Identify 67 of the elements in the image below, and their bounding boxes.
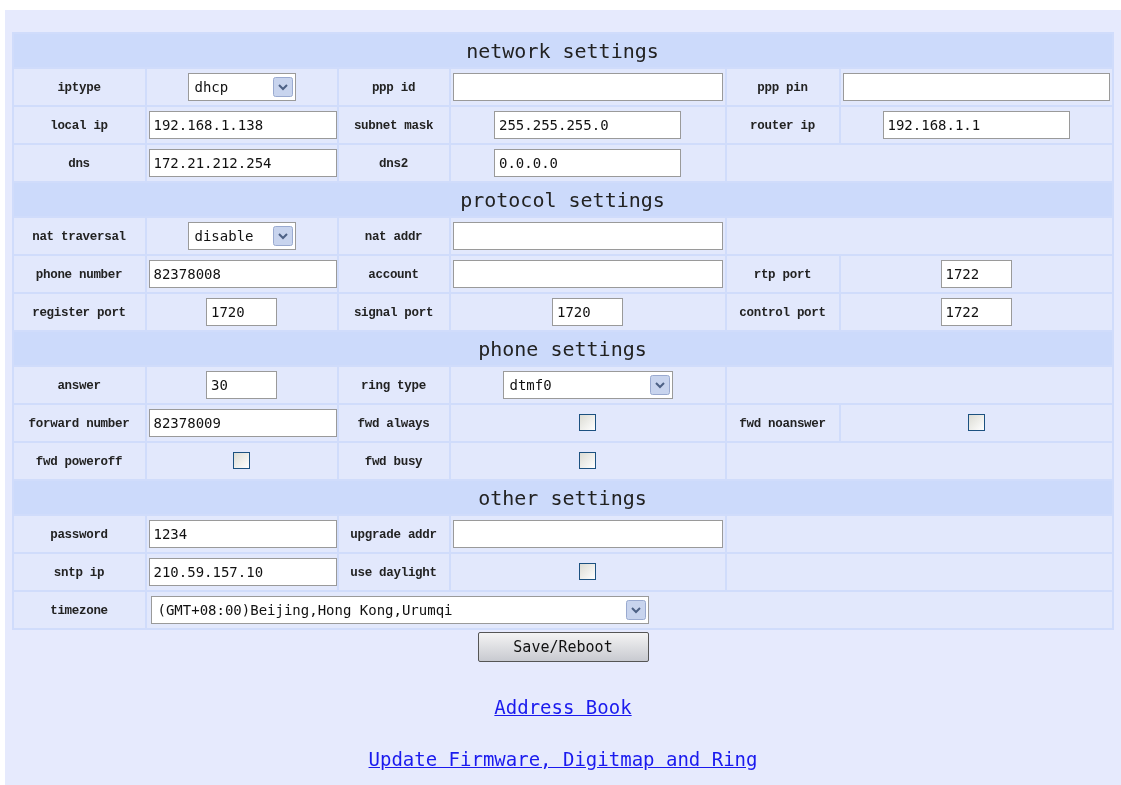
field-label: upgrade addr [350, 528, 437, 542]
field-label: register port [32, 306, 126, 320]
input-field[interactable]: 1720 [552, 298, 623, 326]
dropdown[interactable]: dtmf0 [502, 371, 673, 399]
input-field[interactable] [842, 73, 1110, 101]
input-field[interactable] [452, 222, 723, 250]
input-field[interactable] [452, 520, 723, 548]
field-label: router ip [750, 119, 815, 133]
field-label: nat traversal [32, 230, 126, 244]
field-label: rtp port [753, 268, 812, 282]
input-field[interactable]: 82378008 [148, 260, 337, 288]
field-label: account [368, 268, 419, 282]
input-field[interactable]: 210.59.157.10 [148, 558, 337, 586]
input-field[interactable]: 30 [206, 371, 277, 399]
chevron-down-icon [272, 226, 293, 246]
dropdown[interactable]: dhcp [187, 73, 296, 101]
input-field[interactable]: 1720 [206, 298, 277, 326]
field-label: answer [57, 379, 101, 393]
input-field[interactable]: 82378009 [148, 409, 337, 437]
input-field[interactable]: 1722 [940, 298, 1012, 326]
field-label: fwd always [357, 417, 430, 431]
field-label: fwd busy [364, 455, 423, 469]
field-label: ppp id [371, 81, 416, 95]
dropdown[interactable]: disable [187, 222, 296, 250]
field-label: ppp pin [757, 81, 808, 95]
field-label: dns [68, 157, 90, 171]
field-label: ring type [361, 379, 426, 393]
input-field[interactable]: 172.21.212.254 [148, 149, 337, 177]
checkbox[interactable] [579, 452, 596, 470]
field-label: timezone [50, 604, 108, 618]
chevron-down-icon [649, 375, 670, 395]
input-field[interactable]: 255.255.255.0 [494, 111, 681, 139]
checkbox[interactable] [579, 414, 596, 432]
field-label: subnet mask [353, 119, 434, 133]
chevron-down-icon [272, 77, 293, 97]
field-label: iptype [57, 81, 101, 95]
section-title: phone settings [478, 336, 647, 361]
section-title: other settings [478, 485, 647, 510]
input-field[interactable]: 1234 [148, 520, 337, 548]
address-book-link[interactable]: Address Book [494, 696, 632, 718]
field-label: nat addr [364, 230, 423, 244]
section-title: protocol settings [460, 187, 665, 212]
checkbox[interactable] [233, 452, 250, 470]
section-title: network settings [466, 38, 659, 63]
field-label: sntp ip [53, 566, 105, 580]
field-label: local ip [50, 119, 108, 133]
field-label: control port [739, 306, 826, 320]
field-label: fwd noanswer [739, 417, 826, 431]
input-field[interactable]: 192.168.1.1 [882, 111, 1070, 139]
dropdown[interactable]: (GMT+08:00)Beijing,Hong Kong,Urumqi [150, 596, 649, 624]
checkbox[interactable] [967, 414, 985, 432]
field-label: use daylight [350, 566, 437, 580]
update-firmware-link[interactable]: Update Firmware, Digitmap and Ring [368, 748, 758, 770]
input-field[interactable]: 1722 [940, 260, 1012, 288]
field-label: dns2 [379, 157, 408, 171]
input-field[interactable] [452, 260, 723, 288]
field-label: phone number [35, 268, 123, 282]
chevron-down-icon [625, 600, 646, 620]
checkbox[interactable] [579, 563, 596, 581]
field-label: signal port [353, 306, 434, 320]
field-label: forward number [28, 417, 130, 431]
input-field[interactable]: 0.0.0.0 [494, 149, 681, 177]
field-label: password [50, 528, 108, 542]
save-reboot-button[interactable]: Save/Reboot [477, 632, 649, 662]
field-label: fwd poweroff [35, 455, 123, 469]
input-field[interactable] [452, 73, 723, 101]
input-field[interactable]: 192.168.1.138 [148, 111, 337, 139]
